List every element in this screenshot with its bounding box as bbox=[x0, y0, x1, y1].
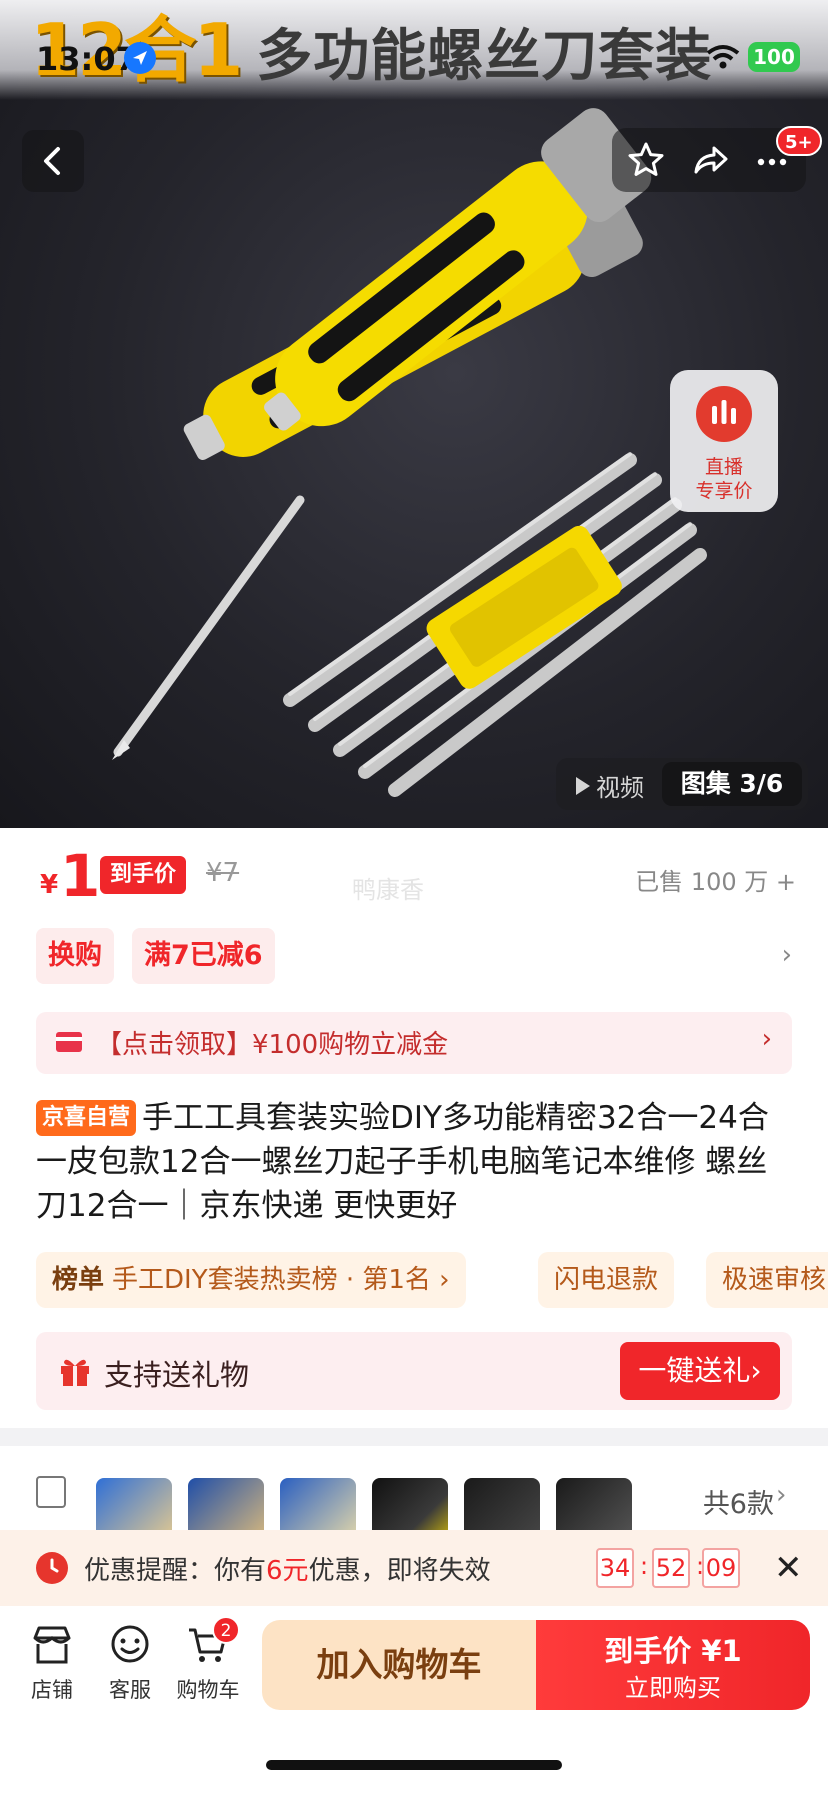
seller-badge: 京喜自营 bbox=[36, 1100, 137, 1136]
countdown-seconds: 09 bbox=[702, 1548, 740, 1588]
gift-text: 支持送礼物 bbox=[104, 1358, 250, 1392]
reminder-amount: 6元 bbox=[266, 1556, 309, 1586]
watermark-text: 鸭康香 bbox=[352, 876, 424, 904]
battery-indicator: 100 bbox=[748, 42, 800, 72]
live-price-card[interactable]: 直播 专享价 bbox=[670, 370, 778, 512]
send-gift-button[interactable]: 一键送礼› bbox=[620, 1342, 780, 1400]
chevron-right-icon: › bbox=[776, 1480, 787, 1510]
reminder-suffix: 优惠，即将失效 bbox=[308, 1556, 491, 1586]
service-label: 客服 bbox=[109, 1678, 151, 1702]
sold-count: 已售 100 万 + bbox=[635, 868, 796, 896]
customer-service-icon bbox=[111, 1625, 149, 1663]
final-price: 1 bbox=[60, 842, 101, 910]
ranking-tag[interactable]: 榜单 手工DIY套装热卖榜 · 第1名 › bbox=[36, 1252, 466, 1308]
promo-chip-exchange[interactable]: 换购 bbox=[36, 928, 114, 984]
location-arrow-icon bbox=[124, 42, 156, 74]
buy-now-label: 立即购买 bbox=[625, 1674, 721, 1702]
buy-now-button[interactable]: 到手价 ¥1 立即购买 bbox=[536, 1620, 810, 1710]
tab-gallery[interactable]: 图集 3/6 bbox=[662, 762, 802, 806]
chevron-right-icon: › bbox=[761, 1024, 772, 1054]
live-label: 直播 bbox=[704, 456, 743, 478]
close-icon[interactable]: ✕ bbox=[774, 1548, 803, 1588]
product-title: 京喜自营 手工工具套装实验DIY多功能精密32合一24合一皮包款12合一螺丝刀起子… bbox=[36, 1096, 792, 1228]
message-badge: 5+ bbox=[776, 126, 822, 156]
clock-icon bbox=[36, 1552, 68, 1584]
gift-icon bbox=[61, 1359, 89, 1386]
status-time: 13:07 bbox=[36, 40, 138, 78]
countdown-separator: : bbox=[640, 1552, 649, 1580]
promo-row[interactable]: 换购 满7已减6 › bbox=[36, 928, 796, 984]
checklist-icon bbox=[36, 1476, 66, 1508]
status-bar: 13:07 100 bbox=[0, 40, 828, 80]
coupon-text: 【点击领取】¥100购物立减金 bbox=[96, 1030, 449, 1060]
service-tags[interactable]: 榜单 手工DIY套装热卖榜 · 第1名 › 闪电退款 极速审核 bbox=[36, 1252, 828, 1308]
bottom-action-bar: 店铺 客服 2 购物车 加入购物车 到手价 ¥1 立即购买 bbox=[0, 1606, 828, 1793]
reminder-text: 优惠提醒：你有6元优惠，即将失效 bbox=[84, 1550, 491, 1587]
review-tag[interactable]: 极速审核 bbox=[706, 1252, 828, 1308]
price-row: ¥ 1 到手价 ¥7 鸭康香 已售 100 万 + bbox=[36, 842, 796, 910]
product-title-text: 手工工具套装实验DIY多功能精密32合一24合一皮包款12合一螺丝刀起子手机电脑… bbox=[36, 1100, 769, 1224]
shop-icon bbox=[33, 1626, 71, 1664]
back-button[interactable] bbox=[22, 130, 84, 192]
share-icon[interactable] bbox=[690, 140, 730, 180]
media-switch: 视频 图集 3/6 bbox=[556, 758, 808, 810]
refund-tag[interactable]: 闪电退款 bbox=[538, 1252, 675, 1308]
ranking-text: 手工DIY套装热卖榜 · 第1名 › bbox=[112, 1265, 450, 1295]
variant-count[interactable]: 共6款 bbox=[703, 1482, 774, 1521]
product-info: ¥ 1 到手价 ¥7 鸭康香 已售 100 万 + 换购 满7已减6 › 【点击… bbox=[0, 828, 828, 1428]
final-price-tag: 到手价 bbox=[100, 856, 187, 894]
cart-count-badge: 2 bbox=[212, 1616, 240, 1644]
play-icon bbox=[576, 776, 590, 795]
promo-chip-discount[interactable]: 满7已减6 bbox=[132, 928, 275, 984]
countdown-hours: 34 bbox=[596, 1548, 634, 1588]
card-icon bbox=[56, 1032, 82, 1052]
variants-row[interactable]: 共6款 › bbox=[0, 1446, 828, 1554]
discount-reminder: 优惠提醒：你有6元优惠，即将失效 34 : 52 : 09 ✕ bbox=[0, 1530, 828, 1606]
shop-button[interactable]: 店铺 bbox=[12, 1622, 92, 1704]
countdown-minutes: 52 bbox=[652, 1548, 690, 1588]
add-to-cart-button[interactable]: 加入购物车 bbox=[262, 1620, 536, 1710]
original-price: ¥7 bbox=[206, 858, 240, 888]
product-image-gallery[interactable]: 12合1 多功能螺丝刀套装 13:07 100 5+ bbox=[0, 0, 828, 828]
live-sub-label: 专享价 bbox=[695, 480, 753, 502]
wifi-icon bbox=[706, 45, 740, 69]
tab-video-label: 视频 bbox=[596, 774, 644, 802]
buy-now-price: 到手价 ¥1 bbox=[604, 1634, 742, 1668]
tab-video[interactable]: 视频 bbox=[576, 768, 644, 803]
chevron-right-icon: › bbox=[781, 940, 792, 970]
coupon-banner[interactable]: 【点击领取】¥100购物立减金 › bbox=[36, 1012, 792, 1074]
cart-button[interactable]: 2 购物车 bbox=[168, 1616, 248, 1704]
gift-banner: 支持送礼物 一键送礼› bbox=[36, 1332, 792, 1410]
cart-label: 购物车 bbox=[176, 1678, 240, 1702]
ranking-label: 榜单 bbox=[52, 1265, 105, 1295]
live-broadcast-icon bbox=[696, 386, 752, 442]
shop-label: 店铺 bbox=[31, 1678, 73, 1702]
currency-symbol: ¥ bbox=[40, 870, 59, 900]
service-button[interactable]: 客服 bbox=[90, 1622, 170, 1704]
chevron-left-icon bbox=[44, 147, 60, 175]
reminder-prefix: 优惠提醒：你有 bbox=[84, 1556, 267, 1586]
star-icon[interactable] bbox=[626, 140, 666, 180]
home-indicator bbox=[266, 1760, 562, 1770]
